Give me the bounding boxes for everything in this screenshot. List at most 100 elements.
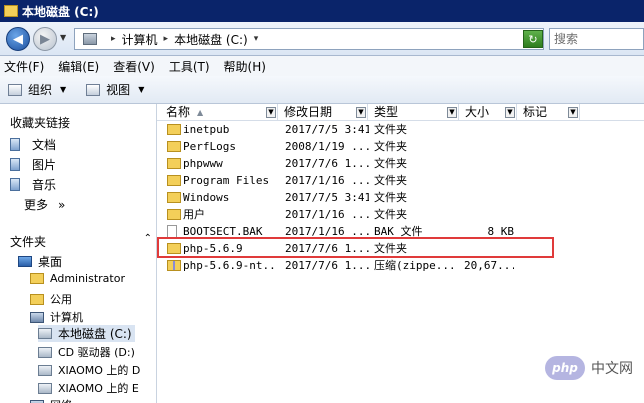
column-name[interactable]: 名称 ▲ ▼ [163,104,278,121]
tree-item-cd-drive-d[interactable]: CD 驱动器 (D:) [38,344,135,360]
forward-button[interactable]: ▶ [33,27,57,51]
file-row[interactable]: phpwww 2017/7/6 1... 文件夹 [157,155,644,172]
watermark: php 中文网 [545,356,633,380]
file-date: 2017/7/6 1... [285,242,369,255]
column-filter-dropdown[interactable]: ▼ [266,107,276,118]
file-name: 用户 [183,208,205,221]
favorites-more[interactable]: 更多 » [24,196,65,213]
chevron-down-icon: ▼ [138,85,145,94]
tree-item-xiaomo-d[interactable]: XIAOMO 上的 D [38,362,140,378]
file-size: 8 KB [487,225,515,238]
file-row[interactable]: 用户 2017/1/16 ... 文件夹 [157,206,644,223]
computer-icon [30,311,44,323]
tree-label: 桌面 [38,255,63,269]
column-filter-dropdown[interactable]: ▼ [356,107,366,118]
cd-drive-icon [38,346,52,358]
tree-label: CD 驱动器 (D:) [58,346,135,359]
column-label: 大小 [465,105,490,119]
favorite-links-title: 收藏夹链接 [10,116,71,130]
window-title: 本地磁盘 (C:) [22,4,99,19]
menu-edit[interactable]: 编辑(E) [58,58,99,75]
tree-item-computer[interactable]: 计算机 [30,309,83,325]
menu-view[interactable]: 查看(V) [113,58,155,75]
back-button[interactable]: ◀ [6,27,30,51]
recent-pages-dropdown[interactable]: ▼ [60,33,66,42]
tree-item-local-disk-c[interactable]: 本地磁盘 (C:) [38,325,135,342]
column-tags[interactable]: 标记 ▼ [520,104,580,121]
file-row[interactable]: PerfLogs 2008/1/19 ... 文件夹 [157,138,644,155]
user-folder-icon [30,273,44,284]
views-icon [86,83,101,96]
organize-button[interactable]: 组织 ▼ [8,81,66,98]
file-size [464,240,514,257]
file-row-highlighted[interactable]: php-5.6.9 2017/7/6 1... 文件夹 [157,240,644,257]
double-chevron-right-icon: » [58,198,66,212]
file-row[interactable]: Program Files 2017/1/16 ... 文件夹 [157,172,644,189]
file-date: 2017/7/6 1... [285,259,369,272]
file-date: 2017/7/5 3:41 [285,191,369,204]
column-filter-dropdown[interactable]: ▼ [568,107,578,118]
file-icon [167,225,177,238]
file-type: 文件夹 [374,191,407,204]
column-type[interactable]: 类型 ▼ [371,104,459,121]
file-row[interactable]: php-5.6.9-nt... 2017/7/6 1... 压缩(zippe..… [157,257,644,274]
file-row[interactable]: Windows 2017/7/5 3:41 文件夹 [157,189,644,206]
organize-icon [8,83,22,96]
file-row[interactable]: BOOTSECT.BAK 2017/1/16 ... BAK 文件 8 KB [157,223,644,240]
column-size[interactable]: 大小 ▼ [462,104,517,121]
tree-item-administrator[interactable]: Administrator [30,272,125,285]
file-row[interactable]: inetpub 2017/7/5 3:41 文件夹 [157,121,644,138]
column-filter-dropdown[interactable]: ▼ [505,107,515,118]
favorite-label: 音乐 [32,178,57,192]
refresh-button[interactable]: ↻ [523,30,543,48]
menu-tools[interactable]: 工具(T) [169,58,210,75]
command-toolbar: 组织 ▼ 视图 ▼ [0,76,644,104]
tree-item-xiaomo-e[interactable]: XIAOMO 上的 E [38,380,139,396]
sort-ascending-icon: ▲ [197,108,204,117]
breadcrumb: ▸ 计算机 ▸ 本地磁盘 (C:) ▾ [105,31,264,48]
folder-icon [167,141,181,152]
chevron-down-icon[interactable]: ▾ [254,34,259,44]
views-label: 视图 [106,83,131,97]
favorite-pictures[interactable]: 图片 [10,156,56,173]
tree-item-desktop[interactable]: 桌面 [18,253,62,270]
address-box[interactable]: ▸ 计算机 ▸ 本地磁盘 (C:) ▾ ▼ [74,28,544,50]
chevron-down-icon: ▼ [60,85,67,94]
folders-header[interactable]: 文件夹 ⌃ [10,233,152,250]
tree-label: 网络 [50,397,72,403]
menu-help[interactable]: 帮助(H) [224,58,266,75]
folder-icon [4,5,18,17]
file-name: inetpub [183,123,230,136]
column-filter-dropdown[interactable]: ▼ [447,107,457,118]
file-date: 2017/1/16 ... [285,208,369,221]
search-input[interactable]: 搜索 [549,28,644,50]
file-type: 文件夹 [374,208,407,221]
chevron-up-icon: ⌃ [143,233,152,244]
tree-item-network[interactable]: 网络 [30,397,72,403]
favorite-label: 文档 [32,138,57,152]
breadcrumb-local-disk[interactable]: 本地磁盘 (C:) [174,31,248,48]
column-date-modified[interactable]: 修改日期 ▼ [281,104,368,121]
chevron-right-icon[interactable]: ▸ [111,34,116,44]
file-type: 文件夹 [374,123,407,136]
favorite-documents[interactable]: 文档 [10,136,56,153]
column-label: 类型 [374,105,399,119]
file-size [464,121,514,138]
file-date: 2017/1/16 ... [285,174,369,187]
breadcrumb-computer[interactable]: 计算机 [122,31,158,48]
folder-icon [167,209,181,220]
file-type: 压缩(zippe... [374,259,456,272]
folder-icon [167,158,181,169]
chevron-right-icon[interactable]: ▸ [164,34,169,44]
file-name: Windows [183,191,230,204]
views-button[interactable]: 视图 ▼ [86,81,144,98]
favorite-music[interactable]: 音乐 [10,176,56,193]
tree-item-public[interactable]: 公用 [30,291,72,307]
php-logo-icon: php [545,356,585,380]
tree-label: XIAOMO 上的 E [58,382,139,395]
menu-file[interactable]: 文件(F) [4,58,44,75]
drive-icon [83,33,97,45]
file-name: php-5.6.9 [183,242,243,255]
file-type: 文件夹 [374,242,407,255]
file-type: BAK 文件 [374,225,423,238]
